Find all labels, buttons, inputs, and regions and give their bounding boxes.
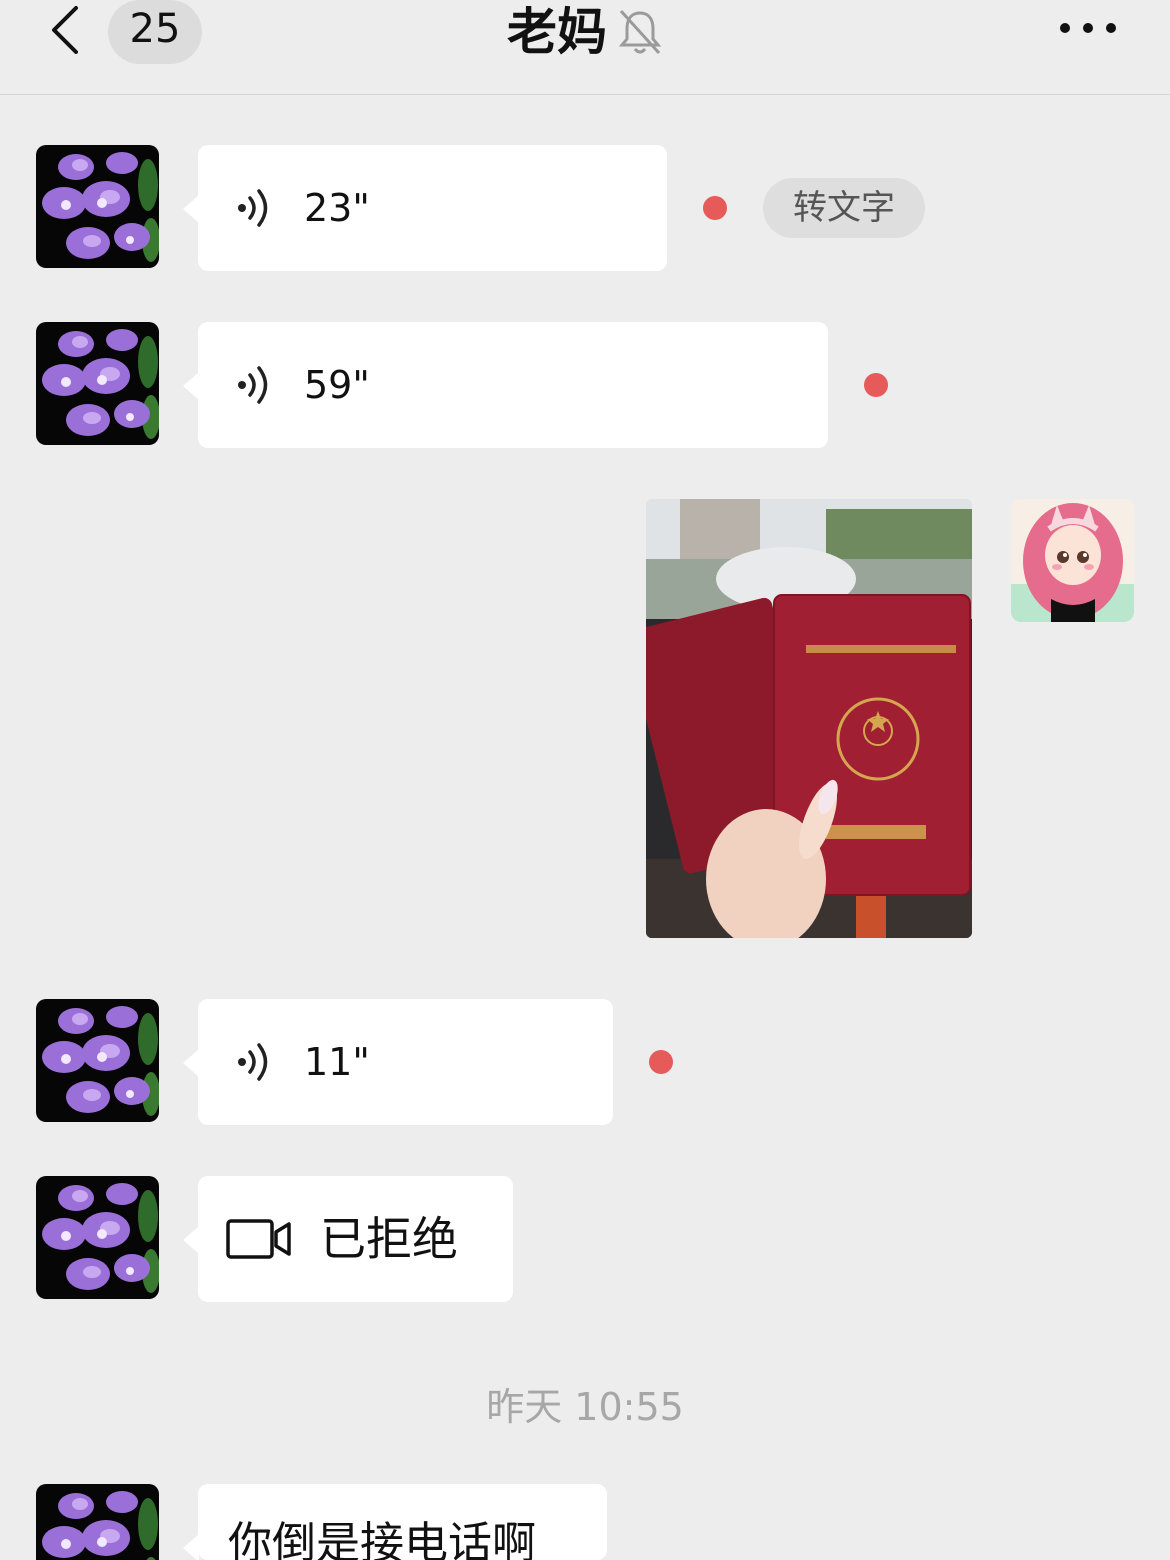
chat-title: 老妈 <box>507 2 607 61</box>
orchid-avatar-image <box>36 1484 159 1560</box>
voice-duration: 59" <box>304 363 370 407</box>
orchid-avatar-image <box>36 999 159 1122</box>
video-call-bubble[interactable]: 已拒绝 <box>183 1176 513 1302</box>
unread-dot <box>864 373 888 397</box>
contact-avatar[interactable] <box>36 999 159 1122</box>
unread-dot <box>649 1050 673 1074</box>
unread-dot <box>703 196 727 220</box>
message-text: 你倒是接电话啊 <box>228 1518 536 1560</box>
orchid-avatar-image <box>36 322 159 445</box>
contact-avatar[interactable] <box>36 145 159 268</box>
call-status-text: 已拒绝 <box>320 1212 458 1266</box>
voice-wave-icon <box>238 1043 268 1081</box>
bell-slash-icon <box>618 9 662 54</box>
voice-message-bubble[interactable]: 11" <box>183 999 613 1125</box>
sent-photo[interactable] <box>646 499 972 938</box>
chat-title-row: 老妈 <box>0 0 1170 60</box>
contact-avatar[interactable] <box>36 322 159 445</box>
message-timestamp: 昨天 10:55 <box>486 1385 684 1429</box>
orchid-avatar-image <box>36 145 159 268</box>
more-dots-icon[interactable] <box>1058 18 1118 38</box>
voice-wave-icon <box>238 189 268 227</box>
orchid-avatar-image <box>36 1176 159 1299</box>
voice-message-bubble[interactable]: 23" <box>183 145 667 271</box>
voice-message-bubble[interactable]: 59" <box>183 322 828 448</box>
convert-to-text-button[interactable]: 转文字 <box>763 178 925 238</box>
video-camera-icon <box>226 1219 291 1259</box>
voice-duration: 23" <box>304 186 370 230</box>
contact-avatar[interactable] <box>36 1484 159 1560</box>
anime-girl-avatar-image <box>1011 499 1134 622</box>
my-avatar[interactable] <box>1011 499 1134 622</box>
voice-duration: 11" <box>304 1040 370 1084</box>
text-message-bubble[interactable]: 你倒是接电话啊 <box>183 1484 607 1560</box>
marriage-certificate-photo <box>646 499 972 938</box>
chat-header: 25 老妈 <box>0 0 1170 95</box>
contact-avatar[interactable] <box>36 1176 159 1299</box>
voice-wave-icon <box>238 366 268 404</box>
